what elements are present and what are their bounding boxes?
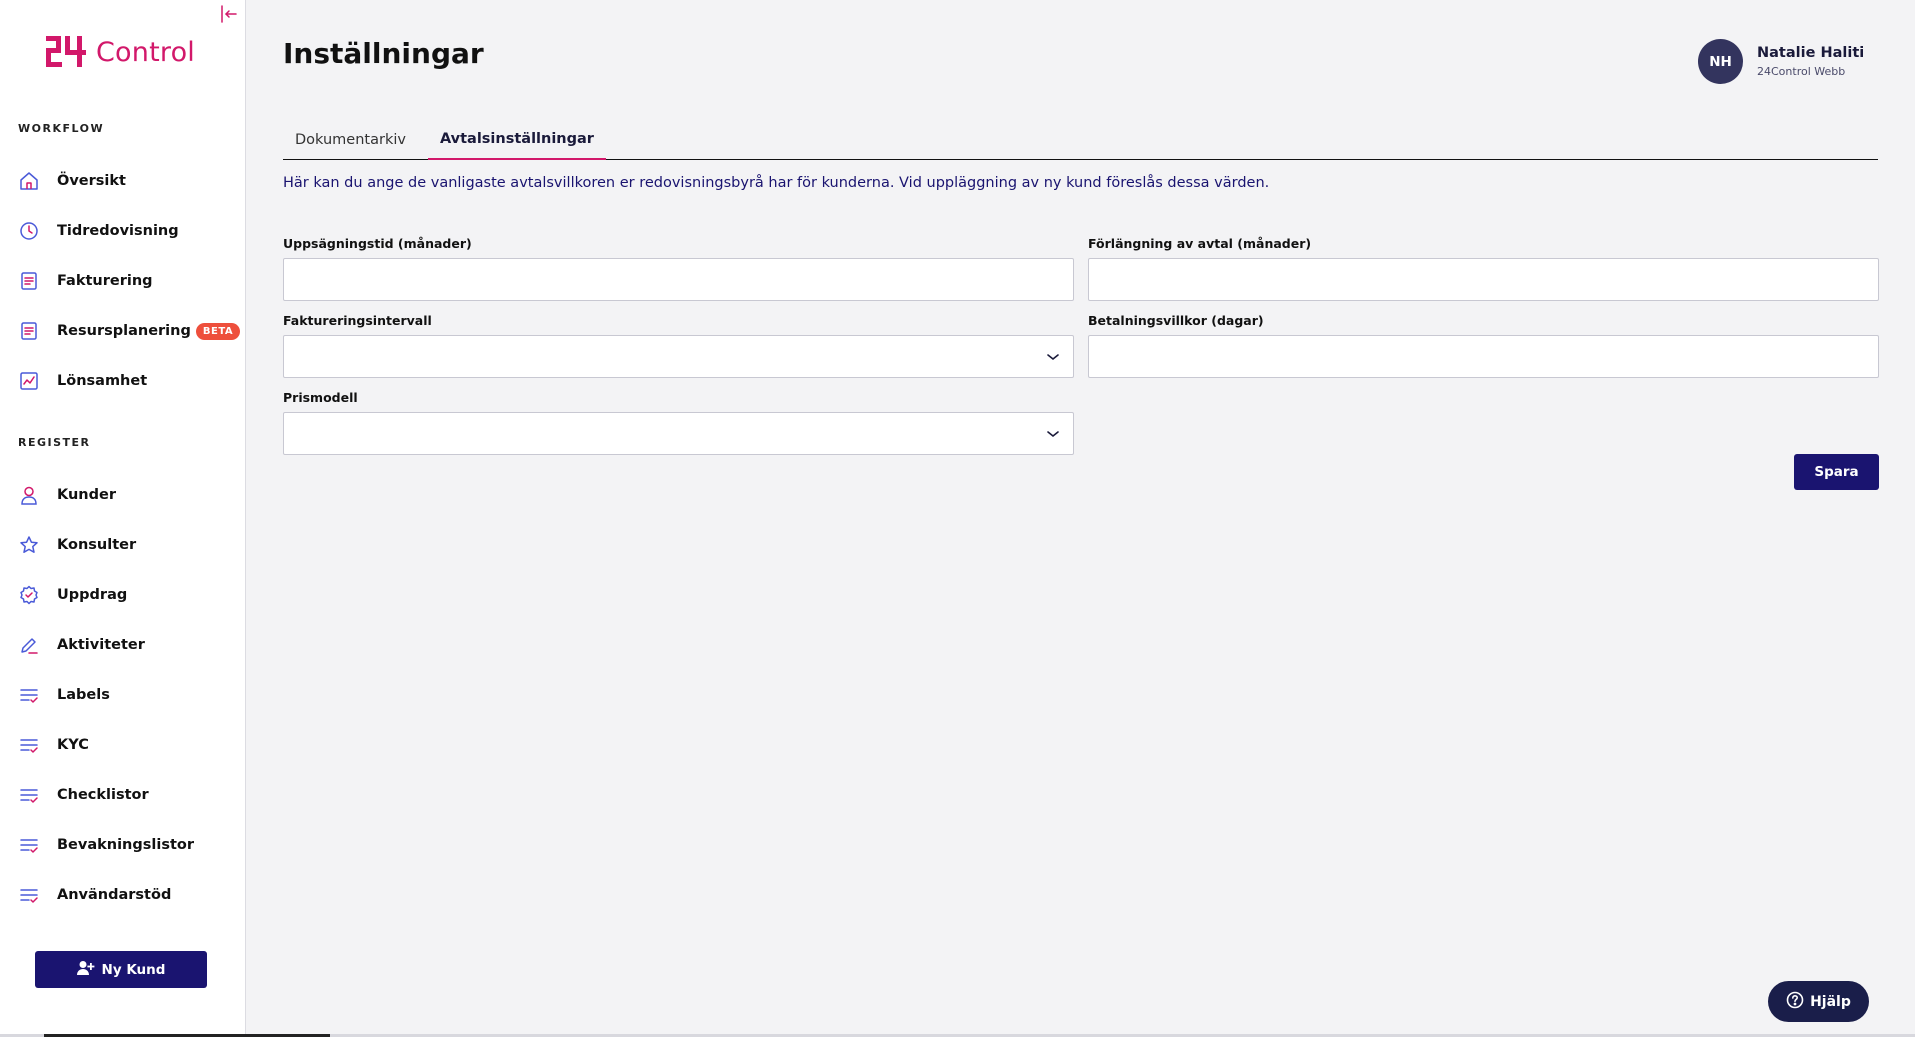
sidebar-item-anvandarstod[interactable]: Användarstöd	[0, 870, 246, 920]
extension-field[interactable]	[1088, 258, 1879, 301]
notice-period-label: Uppsägningstid (månader)	[283, 236, 472, 251]
app-logo[interactable]: Control	[46, 36, 195, 68]
clock-icon	[18, 220, 40, 242]
list-check-icon	[18, 884, 40, 906]
new-customer-button[interactable]: Ny Kund	[35, 951, 207, 988]
document-icon	[18, 270, 40, 292]
avatar: NH	[1698, 39, 1743, 84]
help-label: Hjälp	[1810, 993, 1851, 1010]
sidebar-item-fakturering[interactable]: Fakturering	[0, 256, 246, 306]
sidebar-item-label: Checklistor	[57, 787, 149, 803]
sidebar-item-label: Fakturering	[57, 273, 153, 289]
sidebar-item-kunder[interactable]: Kunder	[0, 470, 246, 520]
logo-mark-icon	[46, 36, 86, 67]
sidebar-item-label: Kunder	[57, 487, 116, 503]
beta-badge: BETA	[195, 322, 241, 340]
pencil-icon	[18, 634, 40, 656]
sidebar-item-label: Bevakningslistor	[57, 837, 195, 853]
payment-terms-field[interactable]	[1088, 335, 1879, 378]
sidebar-item-lonsamhet[interactable]: Lönsamhet	[0, 356, 246, 406]
invoice-interval-label: Faktureringsintervall	[283, 313, 432, 328]
sidebar-item-label: Labels	[57, 687, 110, 703]
section-label-register: REGISTER	[18, 436, 91, 449]
home-icon	[18, 170, 40, 192]
user-org: 24Control Webb	[1757, 65, 1846, 78]
sidebar-item-label: KYC	[57, 737, 89, 753]
payment-terms-label: Betalningsvillkor (dagar)	[1088, 313, 1264, 328]
save-button[interactable]: Spara	[1794, 454, 1879, 490]
sidebar-item-oversikt[interactable]: Översikt	[0, 156, 246, 206]
notice-period-input[interactable]	[284, 259, 1073, 300]
collapse-sidebar-icon[interactable]	[218, 4, 238, 24]
sidebar-item-label: Aktiviteter	[57, 637, 145, 653]
logo-text: Control	[96, 36, 195, 68]
user-name: Natalie Haliti	[1757, 45, 1865, 61]
help-icon	[1786, 991, 1804, 1013]
sidebar-item-label: Uppdrag	[57, 587, 128, 603]
sidebar-item-tidredovisning[interactable]: Tidredovisning	[0, 206, 246, 256]
list-check-icon	[18, 684, 40, 706]
workflow-nav: Översikt Tidredovisning Fakturering Resu…	[0, 156, 246, 406]
sidebar-item-aktiviteter[interactable]: Aktiviteter	[0, 620, 246, 670]
sidebar-item-konsulter[interactable]: Konsulter	[0, 520, 246, 570]
new-customer-label: Ny Kund	[101, 961, 166, 978]
gear-icon	[18, 584, 40, 606]
extension-input[interactable]	[1089, 259, 1878, 300]
settings-tabs: Dokumentarkiv Avtalsinställningar	[283, 120, 1878, 160]
help-button[interactable]: Hjälp	[1768, 981, 1869, 1022]
sidebar-item-label: Lönsamhet	[57, 373, 148, 389]
user-menu[interactable]: NH Natalie Haliti 24Control Webb	[1698, 39, 1864, 84]
invoice-interval-select[interactable]	[283, 335, 1074, 378]
sidebar-item-label: Tidredovisning	[57, 223, 179, 239]
notice-period-field[interactable]	[283, 258, 1074, 301]
chevron-down-icon	[1047, 431, 1059, 438]
sidebar-item-label: Konsulter	[57, 537, 137, 553]
price-model-label: Prismodell	[283, 390, 358, 405]
user-info: Natalie Haliti 24Control Webb	[1757, 45, 1864, 78]
tab-dokumentarkiv[interactable]: Dokumentarkiv	[283, 120, 418, 160]
sidebar-item-resursplanering[interactable]: Resursplanering BETA	[0, 306, 246, 356]
payment-terms-input[interactable]	[1089, 336, 1878, 377]
sidebar-item-label: Översikt	[57, 173, 126, 189]
page-title: Inställningar	[283, 37, 484, 70]
sidebar-item-bevakningslistor[interactable]: Bevakningslistor	[0, 820, 246, 870]
extension-label: Förlängning av avtal (månader)	[1088, 236, 1312, 251]
register-nav: Kunder Konsulter Uppdrag Aktiviteter Lab…	[0, 470, 246, 920]
sidebar-item-label: Användarstöd	[57, 887, 172, 903]
list-check-icon	[18, 734, 40, 756]
list-check-icon	[18, 784, 40, 806]
sidebar-item-kyc[interactable]: KYC	[0, 720, 246, 770]
add-user-icon	[76, 960, 95, 980]
sidebar-item-label: Resursplanering	[57, 323, 191, 339]
chevron-down-icon	[1047, 354, 1059, 361]
chart-icon	[18, 370, 40, 392]
document-icon	[18, 320, 40, 342]
list-check-icon	[18, 834, 40, 856]
sidebar-item-checklistor[interactable]: Checklistor	[0, 770, 246, 820]
tab-avtalsinstallningar[interactable]: Avtalsinställningar	[427, 120, 606, 160]
sidebar-item-labels[interactable]: Labels	[0, 670, 246, 720]
sidebar: Control WORKFLOW Översikt Tidredovisning…	[0, 0, 246, 1037]
price-model-select[interactable]	[283, 412, 1074, 455]
section-label-workflow: WORKFLOW	[18, 122, 105, 135]
star-icon	[18, 534, 40, 556]
user-icon	[18, 484, 40, 506]
intro-text: Här kan du ange de vanligaste avtalsvill…	[283, 175, 1270, 191]
sidebar-item-uppdrag[interactable]: Uppdrag	[0, 570, 246, 620]
